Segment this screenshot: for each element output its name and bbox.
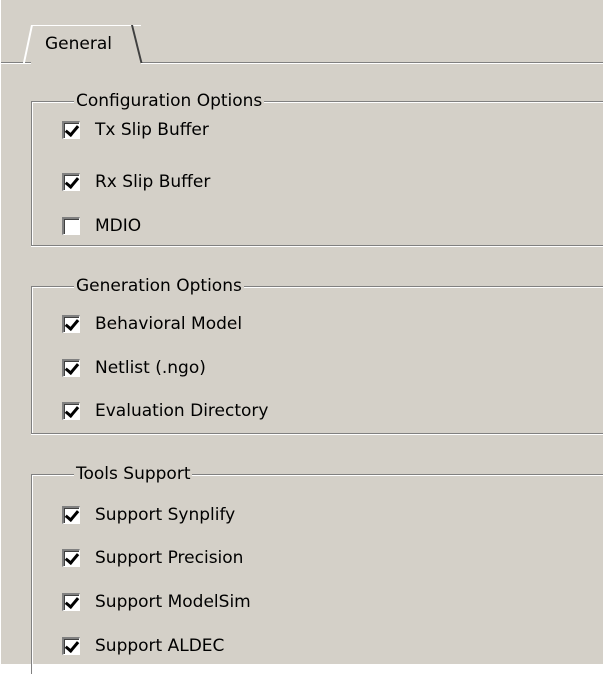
generation-options-title: Generation Options <box>74 274 244 298</box>
netlist-ngo-label[interactable]: Netlist (.ngo) <box>95 358 206 378</box>
tab-general-label[interactable]: General <box>45 34 112 54</box>
rx-slip-buffer-checkbox[interactable]: Rx Slip Buffer <box>62 170 210 194</box>
rx-slip-buffer-label[interactable]: Rx Slip Buffer <box>95 172 210 192</box>
configuration-options-group: Configuration Options Tx Slip Buffer Rx … <box>31 89 603 246</box>
support-precision-label[interactable]: Support Precision <box>95 548 243 568</box>
tx-slip-buffer-label[interactable]: Tx Slip Buffer <box>95 120 209 140</box>
support-precision-checkbox[interactable]: Support Precision <box>62 546 243 570</box>
generation-options-group: Generation Options Behavioral Model Netl… <box>31 274 603 434</box>
mdio-checkbox-box[interactable] <box>62 217 80 235</box>
support-modelsim-checkbox[interactable]: Support ModelSim <box>62 590 251 614</box>
support-synplify-checkbox[interactable]: Support Synplify <box>62 503 235 527</box>
configuration-options-title: Configuration Options <box>74 89 265 113</box>
behavioral-model-checkbox[interactable]: Behavioral Model <box>62 312 242 336</box>
support-modelsim-checkbox-box[interactable] <box>62 593 80 611</box>
tx-slip-buffer-checkbox[interactable]: Tx Slip Buffer <box>62 118 209 142</box>
evaluation-directory-label[interactable]: Evaluation Directory <box>95 401 268 421</box>
support-synplify-label[interactable]: Support Synplify <box>95 505 235 525</box>
support-synplify-checkbox-box[interactable] <box>62 506 80 524</box>
mdio-label[interactable]: MDIO <box>95 216 141 236</box>
netlist-ngo-checkbox-box[interactable] <box>62 359 80 377</box>
rx-slip-buffer-checkbox-box[interactable] <box>62 173 80 191</box>
support-aldec-checkbox-box[interactable] <box>62 637 80 655</box>
support-modelsim-label[interactable]: Support ModelSim <box>95 592 251 612</box>
tools-support-group: Tools Support Support Synplify Support P… <box>31 462 603 674</box>
netlist-ngo-checkbox[interactable]: Netlist (.ngo) <box>62 356 206 380</box>
behavioral-model-label[interactable]: Behavioral Model <box>95 314 242 334</box>
tx-slip-buffer-checkbox-box[interactable] <box>62 121 80 139</box>
tab-strip: General <box>1 0 603 64</box>
support-aldec-label[interactable]: Support ALDEC <box>95 636 224 656</box>
evaluation-directory-checkbox[interactable]: Evaluation Directory <box>62 399 268 423</box>
mdio-checkbox[interactable]: MDIO <box>62 214 141 238</box>
support-precision-checkbox-box[interactable] <box>62 549 80 567</box>
tools-support-title: Tools Support <box>74 462 193 486</box>
behavioral-model-checkbox-box[interactable] <box>62 315 80 333</box>
properties-panel: General Configuration Options Tx Slip Bu… <box>0 0 603 674</box>
support-aldec-checkbox[interactable]: Support ALDEC <box>62 634 224 658</box>
evaluation-directory-checkbox-box[interactable] <box>62 402 80 420</box>
